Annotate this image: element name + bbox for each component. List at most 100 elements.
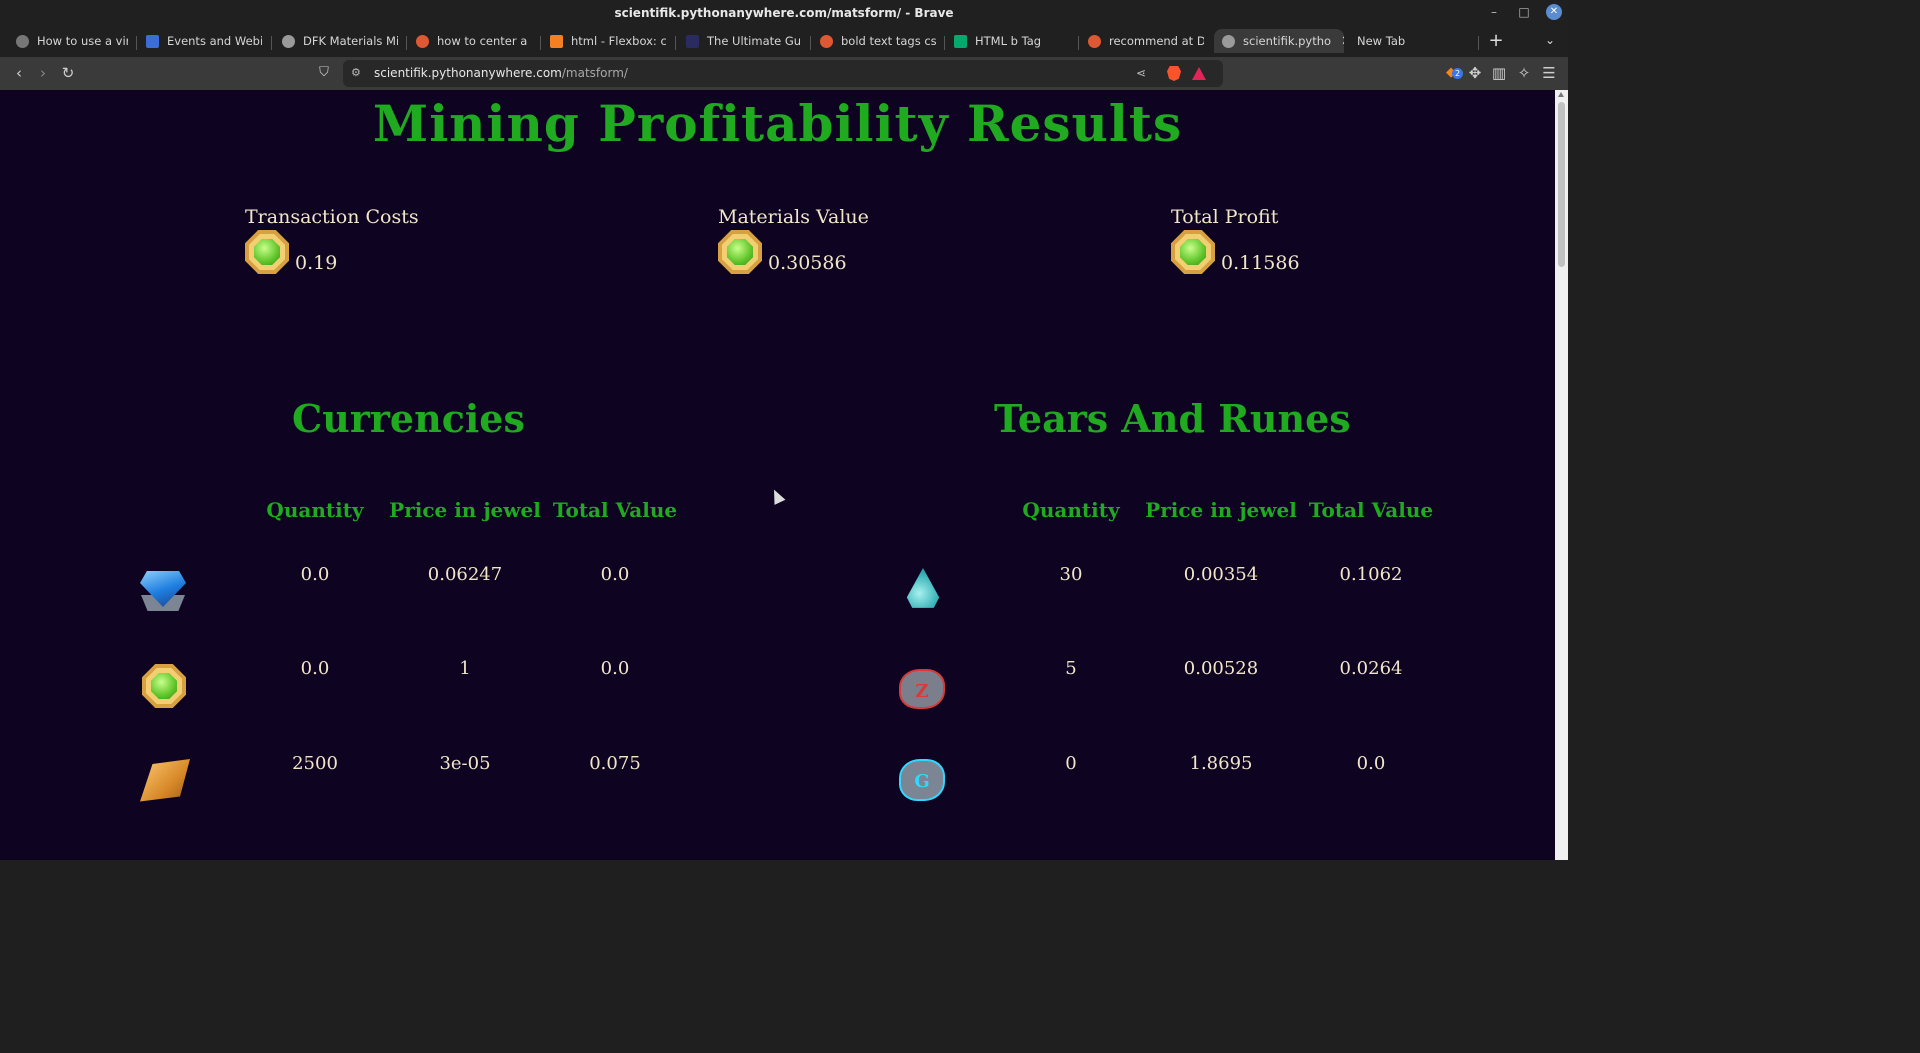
tab-center-flex[interactable]: how to center a fle (416, 29, 530, 53)
tears-quantity-header: Quantity (1022, 498, 1120, 522)
rune-total: 0.0 (1356, 753, 1386, 774)
tab-label: DFK Materials Minin (303, 34, 398, 48)
leo-ai-icon[interactable]: ✧ (1515, 64, 1533, 82)
close-tab-icon[interactable]: ✕ (1341, 34, 1344, 49)
currency-price: 0.06247 (427, 564, 503, 585)
new-tab-plus-icon[interactable]: + (1488, 30, 1504, 51)
tab-favicon-icon (146, 34, 159, 48)
tab-separator (675, 36, 676, 50)
tab-strip: How to use a virtua Events and Webinar D… (0, 25, 1568, 57)
currency-quantity: 0.0 (300, 564, 330, 585)
currency-quantity: 2500 (292, 753, 338, 774)
tab-label: how to center a fle (437, 34, 530, 48)
tab-dfk[interactable]: DFK Materials Minin (282, 29, 398, 53)
tab-label: bold text tags css a (841, 34, 936, 48)
window-title: scientifik.pythonanywhere.com/matsform/ … (614, 5, 954, 20)
page-scrollbar[interactable] (1555, 90, 1568, 860)
tab-separator (540, 36, 541, 50)
extensions-puzzle-icon[interactable]: ✥ (1466, 64, 1484, 82)
mouse-cursor-icon (768, 487, 786, 505)
browser-toolbar: ‹ › ↻ ⛉ ⚙ scientifik.pythonanywhere.com/… (0, 57, 1568, 90)
page-title: Mining Profitability Results (372, 94, 1183, 153)
transaction-costs-stat: Transaction Costs 0.19 (245, 206, 419, 274)
tab-label: HTML b Tag (975, 34, 1042, 48)
close-window-icon[interactable]: ✕ (1546, 4, 1562, 20)
globe-icon (1222, 34, 1235, 48)
rune-total: 0.0264 (1339, 658, 1403, 679)
tab-separator (1078, 36, 1079, 50)
tab-separator (136, 36, 137, 50)
jewel-coin-icon (142, 664, 186, 708)
share-icon[interactable]: ⋖ (1136, 66, 1150, 80)
cyan-rune-icon: G (899, 759, 945, 801)
url-path: /matsform/ (561, 66, 628, 80)
brave-rewards-icon[interactable] (1192, 67, 1206, 80)
scroll-up-icon[interactable] (1558, 92, 1564, 97)
tear-price: 0.00354 (1183, 564, 1259, 585)
tab-flexbox[interactable]: html - Flexbox: cent (550, 29, 666, 53)
stat-value: 0.30586 (768, 252, 847, 274)
page-content: Mining Profitability Results Transaction… (0, 90, 1555, 860)
url-host: scientifik.pythonanywhere.com (374, 66, 562, 80)
tab-separator (944, 36, 945, 50)
tab-new-tab[interactable]: New Tab (1357, 29, 1467, 53)
tab-label: scientifik.pytho (1243, 34, 1332, 48)
maximize-icon[interactable]: □ (1516, 4, 1532, 20)
tab-scientifik[interactable]: scientifik.pytho ✕ (1214, 29, 1344, 53)
tab-events[interactable]: Events and Webinar (146, 29, 262, 53)
brave-shields-icon[interactable] (1167, 66, 1181, 81)
menu-icon[interactable]: ☰ (1540, 64, 1558, 82)
tab-bold-text[interactable]: bold text tags css a (820, 29, 936, 53)
blue-crystal-icon (138, 567, 188, 617)
currency-total: 0.0 (600, 658, 630, 679)
stat-label: Materials Value (718, 206, 869, 228)
tear-quantity: 30 (1059, 564, 1083, 585)
tab-ultimate-guide[interactable]: The Ultimate Guide (686, 29, 802, 53)
w3schools-icon (954, 34, 967, 48)
scrollbar-thumb[interactable] (1558, 102, 1565, 267)
tear-total: 0.1062 (1339, 564, 1403, 585)
gaia-tear-icon (906, 568, 940, 608)
currencies-total-header: Total Value (552, 498, 678, 522)
stat-label: Total Profit (1171, 206, 1279, 228)
currencies-quantity-header: Quantity (266, 498, 364, 522)
tab-separator (1478, 36, 1479, 50)
tab-virtual[interactable]: How to use a virtua (16, 29, 128, 53)
tab-label: Events and Webinar (167, 34, 262, 48)
tab-html-b[interactable]: HTML b Tag (954, 29, 1070, 53)
rune-quantity: 5 (1065, 658, 1077, 679)
minimize-icon[interactable]: – (1486, 4, 1502, 20)
stat-label: Transaction Costs (245, 206, 419, 228)
address-bar[interactable]: ⚙ scientifik.pythonanywhere.com/matsform… (343, 60, 1223, 87)
tab-label: html - Flexbox: cent (571, 34, 666, 48)
tab-label: New Tab (1357, 34, 1406, 48)
forward-icon[interactable]: › (34, 64, 52, 82)
tab-favicon-icon (16, 34, 29, 48)
site-settings-icon[interactable]: ⚙ (351, 67, 363, 79)
tears-runes-heading: Tears And Runes (994, 396, 1351, 441)
tab-label: recommend at Duc (1109, 34, 1204, 48)
jewel-coin-icon (1171, 230, 1215, 274)
back-icon[interactable]: ‹ (10, 64, 28, 82)
extension-badge: 2 (1452, 68, 1464, 79)
stat-value: 0.11586 (1221, 252, 1300, 274)
stat-value: 0.19 (295, 252, 338, 274)
tab-recommend[interactable]: recommend at Duc (1088, 29, 1204, 53)
tab-list-chevron-icon[interactable]: ⌄ (1545, 33, 1555, 47)
bookmark-icon[interactable]: ⛉ (315, 64, 333, 82)
currencies-price-header: Price in jewel (389, 498, 541, 522)
red-rune-icon: Z (899, 669, 945, 709)
tab-label: The Ultimate Guide (707, 34, 802, 48)
materials-value-stat: Materials Value 0.30586 (718, 206, 869, 274)
rune-quantity: 0 (1065, 753, 1077, 774)
jewel-coin-icon (245, 230, 289, 274)
globe-icon (282, 34, 295, 48)
currency-quantity: 0.0 (300, 658, 330, 679)
total-profit-stat: Total Profit 0.11586 (1171, 206, 1300, 274)
sidebar-toggle-icon[interactable]: ▥ (1490, 64, 1508, 82)
rune-price: 1.8695 (1189, 753, 1253, 774)
reload-icon[interactable]: ↻ (59, 64, 77, 82)
currency-total: 0.075 (589, 753, 641, 774)
url-text[interactable]: scientifik.pythonanywhere.com/matsform/ (374, 66, 628, 80)
currencies-heading: Currencies (292, 396, 525, 441)
